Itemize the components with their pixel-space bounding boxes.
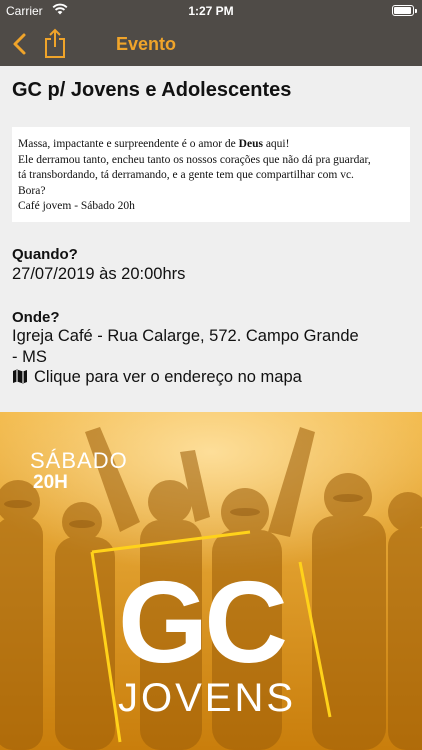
description-line: tá transbordando, tá derramando, e a gen… [18, 169, 354, 182]
chevron-left-icon [13, 33, 26, 55]
map-icon [13, 369, 27, 384]
share-button[interactable] [43, 27, 67, 59]
where-value: Igreja Café - Rua Calarge, 572. Campo Gr… [12, 327, 359, 366]
when-value: 27/07/2019 às 20:00hrs [12, 265, 186, 283]
back-button[interactable] [10, 31, 32, 57]
banner-hour: 20H [33, 472, 68, 493]
where-label: Onde? [12, 309, 60, 326]
event-title: GC p/ Jovens e Adolescentes [12, 79, 292, 101]
status-bar: Carrier 1:27 PM [0, 0, 422, 22]
share-icon [45, 28, 65, 58]
event-description: Massa, impactante e surpreendente é o am… [12, 127, 410, 222]
description-line: Bora? [18, 184, 46, 197]
clock: 1:27 PM [188, 4, 234, 18]
nav-title: Evento [116, 34, 177, 54]
when-label: Quando? [12, 246, 78, 263]
description-line: Massa, impactante e surpreendente é o am… [18, 138, 290, 150]
description-line: Café jovem - Sábado 20h [18, 200, 135, 213]
map-link-label: Clique para ver o endereço no mapa [34, 368, 302, 386]
map-link[interactable]: Clique para ver o endereço no mapa [12, 368, 302, 387]
description-line: Ele derramou tanto, encheu tanto os noss… [18, 153, 371, 166]
banner-logo: GC [118, 557, 288, 687]
navigation-bar: Evento [0, 22, 422, 66]
event-banner: SÁBADO 20H GC JOVENS [0, 412, 422, 750]
battery-icon [392, 5, 417, 16]
banner-logo-subtitle: JOVENS [118, 676, 297, 720]
banner-day: SÁBADO [30, 448, 128, 473]
